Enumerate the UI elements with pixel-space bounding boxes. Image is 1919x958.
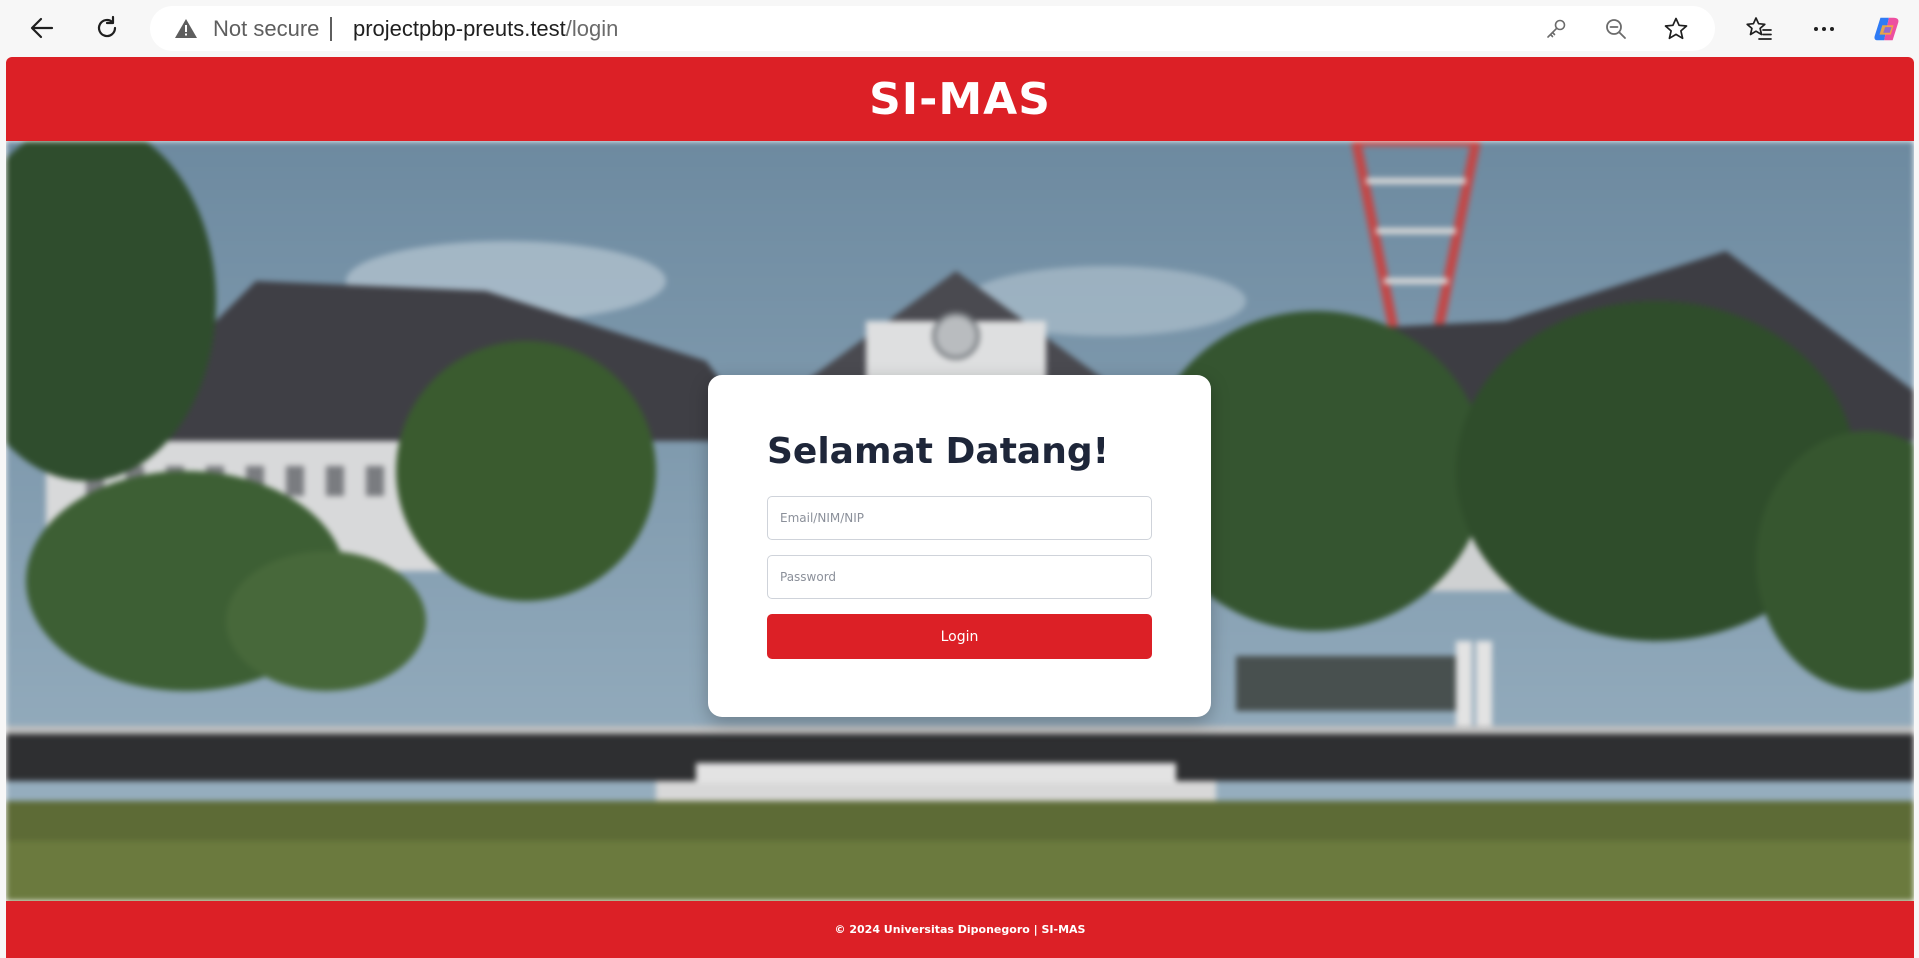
email-nim-nip-input[interactable] [767, 496, 1152, 540]
favorites-button[interactable] [1744, 14, 1774, 44]
back-button[interactable] [24, 10, 60, 46]
zoom-button[interactable] [1602, 15, 1630, 43]
favorites-list-icon [1746, 17, 1772, 40]
url-path: /login [565, 16, 619, 41]
hero-section: Selamat Datang! Login [6, 141, 1914, 901]
password-key-button[interactable] [1542, 15, 1570, 43]
back-icon [30, 17, 54, 39]
site-footer: © 2024 Universitas Diponegoro | SI-MAS [6, 901, 1914, 958]
copilot-icon [1874, 17, 1899, 41]
login-button[interactable]: Login [767, 614, 1152, 659]
favorite-star-icon [1664, 17, 1688, 40]
security-label[interactable]: Not secure [213, 16, 319, 42]
login-card: Selamat Datang! Login [708, 375, 1211, 717]
refresh-icon [97, 15, 117, 38]
footer-copyright: © 2024 Universitas Diponegoro | SI-MAS [834, 923, 1086, 936]
site-header: SI-MAS [6, 57, 1914, 141]
key-icon [1547, 19, 1566, 38]
url-text[interactable]: projectpbp-preuts.test/login [353, 16, 618, 42]
copilot-button[interactable] [1872, 14, 1902, 44]
zoom-out-icon [1606, 19, 1626, 39]
more-icon [1814, 27, 1834, 31]
settings-more-button[interactable] [1809, 14, 1839, 44]
address-bar[interactable]: Not secure projectpbp-preuts.test/login [150, 6, 1715, 51]
page-viewport: SI-MAS Selamat Datang! Email/NIM/NIP Log… [6, 57, 1914, 958]
warning-icon [175, 19, 197, 38]
favorite-button[interactable] [1662, 15, 1690, 43]
refresh-button[interactable] [89, 10, 125, 46]
url-host: projectpbp-preuts.test [353, 16, 566, 41]
password-input[interactable] [767, 555, 1152, 599]
browser-toolbar: Not secure projectpbp-preuts.test/login [0, 0, 1919, 57]
address-separator [330, 17, 332, 41]
site-title: SI-MAS [869, 73, 1051, 125]
welcome-heading: Selamat Datang! [767, 431, 1110, 472]
